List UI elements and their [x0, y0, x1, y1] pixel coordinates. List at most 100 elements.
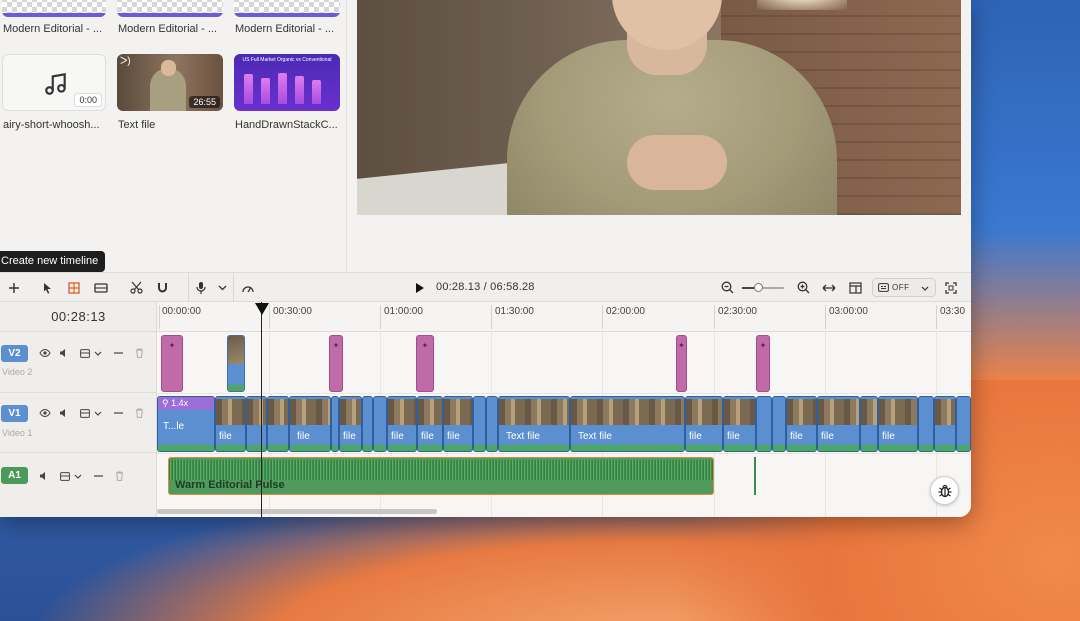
- chevron-down-icon[interactable]: [91, 346, 105, 360]
- trash-icon[interactable]: [112, 469, 126, 483]
- clip-settings-icon[interactable]: [58, 469, 72, 483]
- duration-badge: 0:00: [74, 93, 102, 107]
- v1-clip[interactable]: file: [685, 396, 723, 452]
- bug-report-button[interactable]: [930, 476, 959, 505]
- captions-state: OFF: [892, 283, 910, 292]
- v1-clip[interactable]: file: [878, 396, 918, 452]
- media-caption: Modern Editorial - ...: [118, 23, 218, 35]
- v1-clip[interactable]: [918, 396, 934, 452]
- ripple-icon[interactable]: [64, 273, 84, 302]
- microphone-icon[interactable]: [188, 273, 212, 302]
- lane-separator: [157, 453, 971, 454]
- v1-clip[interactable]: file: [817, 396, 860, 452]
- media-thumb-transition-2[interactable]: [117, 0, 223, 17]
- v1-clip[interactable]: [860, 396, 878, 452]
- eye-icon[interactable]: [38, 346, 52, 360]
- trash-icon[interactable]: [132, 406, 146, 420]
- eye-icon[interactable]: [38, 406, 52, 420]
- zoom-in-icon[interactable]: [794, 273, 812, 302]
- clip-label: file: [421, 431, 434, 442]
- v1-clip[interactable]: file: [443, 396, 473, 452]
- chevron-down-icon[interactable]: [212, 273, 234, 302]
- ruler-tick: [491, 305, 492, 329]
- trash-icon[interactable]: [132, 346, 146, 360]
- minus-icon[interactable]: [91, 469, 105, 483]
- play-icon[interactable]: [412, 273, 428, 302]
- chevron-down-icon: [921, 284, 929, 293]
- v1-clip[interactable]: [373, 396, 387, 452]
- v2-video-clip[interactable]: [227, 335, 245, 392]
- timeline-scrollbar[interactable]: [157, 509, 437, 514]
- v1-clip[interactable]: [956, 396, 971, 452]
- magnet-icon[interactable]: [152, 273, 172, 302]
- v1-clip[interactable]: [772, 396, 786, 452]
- v2-effect-clip[interactable]: [676, 335, 687, 392]
- track-badge[interactable]: V2: [1, 345, 28, 362]
- speaker-icon[interactable]: [57, 406, 71, 420]
- speaker-icon[interactable]: [37, 469, 51, 483]
- layout-icon[interactable]: [845, 273, 865, 302]
- media-thumb-audio[interactable]: 0:00: [2, 54, 106, 111]
- v1-clip[interactable]: file: [289, 396, 331, 452]
- pointer-icon[interactable]: [38, 273, 58, 302]
- minus-icon[interactable]: [111, 406, 125, 420]
- v1-clip[interactable]: file: [417, 396, 443, 452]
- ruler-label: 00:00:00: [162, 306, 201, 317]
- v2-effect-clip[interactable]: [161, 335, 183, 392]
- playhead-handle[interactable]: [255, 303, 269, 315]
- audio-wave-icon: ᐳ): [120, 56, 131, 67]
- media-caption: airy-short-whoosh...: [3, 119, 100, 131]
- v1-clip[interactable]: [934, 396, 956, 452]
- captions-toggle[interactable]: OFF: [872, 278, 936, 297]
- clip-label: file: [297, 431, 310, 442]
- media-thumb-video[interactable]: ᐳ) 26:55: [117, 54, 223, 111]
- a1-audio-clip[interactable]: Warm Editorial Pulse: [168, 457, 714, 495]
- v1-clip[interactable]: [486, 396, 498, 452]
- media-thumb-transition-3[interactable]: [234, 0, 340, 17]
- a1-audio-marker[interactable]: [754, 457, 756, 495]
- media-thumb-chart[interactable]: US Full Market Organic vs Conventional: [234, 54, 340, 111]
- music-note-icon: [45, 72, 66, 95]
- track-badge[interactable]: V1: [1, 405, 28, 422]
- speaker-icon[interactable]: [57, 346, 71, 360]
- v1-clip[interactable]: file: [387, 396, 417, 452]
- timeline-area[interactable]: 00:00:00 00:30:00 01:00:00 01:30:00 02:0…: [157, 302, 971, 517]
- v1-clip[interactable]: Text file: [498, 396, 570, 452]
- v1-clip[interactable]: file: [215, 396, 246, 452]
- playhead-line[interactable]: [261, 302, 262, 517]
- media-library: Modern Editorial - ... Modern Editorial …: [0, 0, 347, 272]
- media-thumb-transition-1[interactable]: [2, 0, 106, 17]
- track-badge[interactable]: A1: [1, 467, 28, 484]
- v1-title-clip[interactable]: ⚲ 1.4x T...le: [157, 396, 215, 452]
- speed-icon[interactable]: [238, 273, 258, 302]
- v1-clip[interactable]: [246, 396, 267, 452]
- v1-clip[interactable]: file: [339, 396, 362, 452]
- fullscreen-icon[interactable]: [941, 273, 961, 302]
- v1-clip[interactable]: [362, 396, 373, 452]
- time-ruler[interactable]: 00:00:00 00:30:00 01:00:00 01:30:00 02:0…: [157, 302, 971, 332]
- v1-clip[interactable]: [267, 396, 289, 452]
- minus-icon[interactable]: [111, 346, 125, 360]
- v2-effect-clip[interactable]: [329, 335, 343, 392]
- chart-bar: [295, 76, 304, 104]
- scissors-icon[interactable]: [126, 273, 146, 302]
- chevron-down-icon[interactable]: [71, 469, 85, 483]
- zoom-slider-knob[interactable]: [753, 283, 763, 292]
- clip-settings-icon[interactable]: [78, 406, 92, 420]
- fit-width-icon[interactable]: [819, 273, 839, 302]
- preview-video-frame[interactable]: [357, 0, 961, 215]
- v1-clip[interactable]: file: [723, 396, 756, 452]
- v1-clip[interactable]: file: [786, 396, 817, 452]
- zoom-slider[interactable]: [742, 283, 784, 292]
- trim-icon[interactable]: [90, 273, 112, 302]
- plus-icon[interactable]: [4, 273, 24, 302]
- clip-settings-icon[interactable]: [78, 346, 92, 360]
- zoom-out-icon[interactable]: [718, 273, 736, 302]
- v1-clip[interactable]: [756, 396, 772, 452]
- v1-clip[interactable]: Text file: [570, 396, 685, 452]
- v2-effect-clip[interactable]: [756, 335, 770, 392]
- v2-effect-clip[interactable]: [416, 335, 434, 392]
- chevron-down-icon[interactable]: [91, 406, 105, 420]
- v1-clip[interactable]: [331, 396, 339, 452]
- v1-clip[interactable]: [473, 396, 486, 452]
